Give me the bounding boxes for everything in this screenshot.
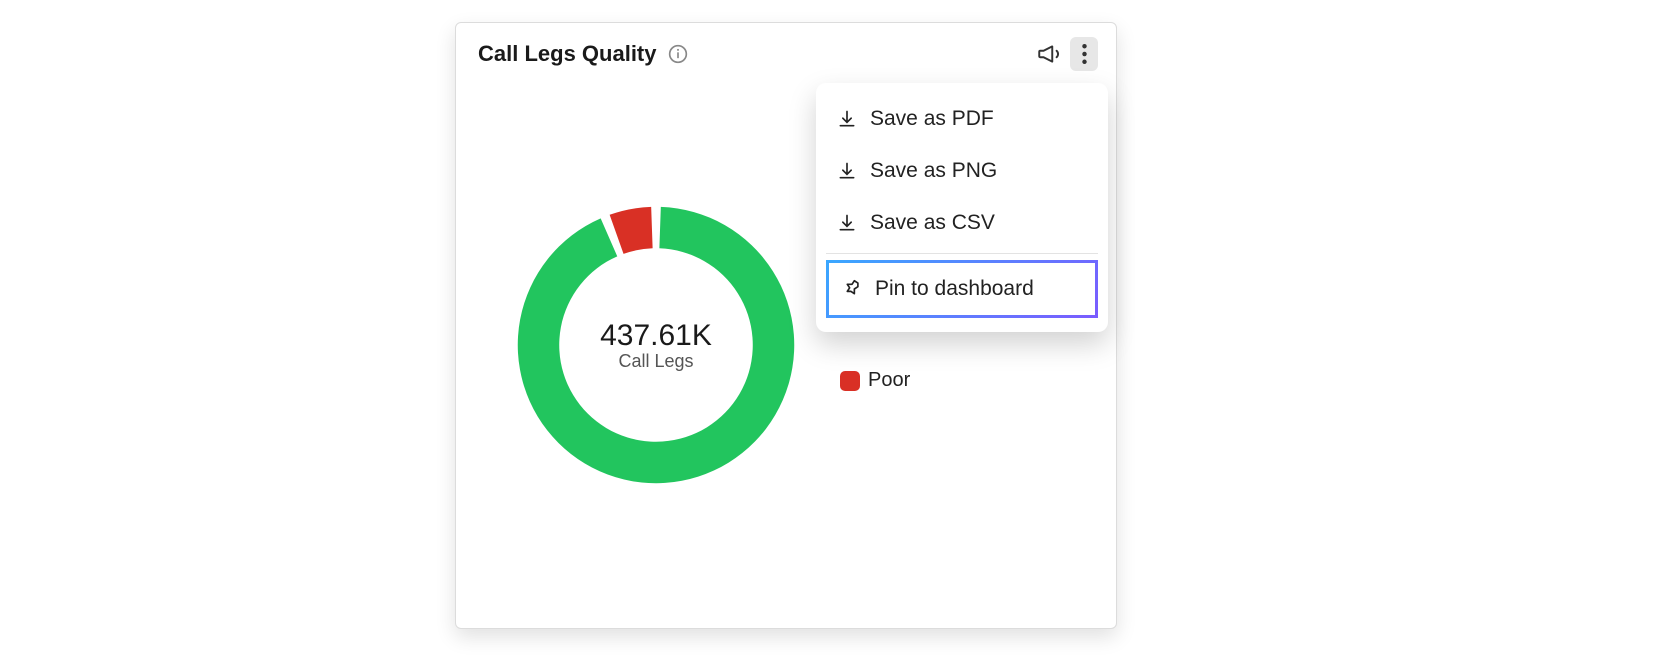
menu-item-pin-dashboard[interactable]: Pin to dashboard <box>826 260 1098 318</box>
pin-icon <box>841 278 863 300</box>
menu-separator <box>826 253 1098 254</box>
menu-item-save-csv[interactable]: Save as CSV <box>816 197 1108 249</box>
download-icon <box>836 108 858 130</box>
donut-segment-good[interactable] <box>518 207 794 483</box>
megaphone-icon[interactable] <box>1036 41 1062 67</box>
call-legs-quality-card: Call Legs Quality 437.61K Call Legs <box>455 22 1117 629</box>
legend-label-poor: Poor <box>868 369 910 392</box>
menu-item-label: Pin to dashboard <box>875 277 1034 301</box>
options-menu: Save as PDF Save as PNG Save as CSV Pin … <box>816 83 1108 332</box>
download-icon <box>836 212 858 234</box>
download-icon <box>836 160 858 182</box>
donut-chart: 437.61K Call Legs <box>512 201 800 489</box>
menu-item-label: Save as PDF <box>870 107 994 131</box>
menu-item-label: Save as CSV <box>870 211 995 235</box>
menu-item-save-png[interactable]: Save as PNG <box>816 145 1108 197</box>
card-header: Call Legs Quality <box>456 23 1116 71</box>
info-icon[interactable] <box>667 43 689 65</box>
donut-segment-poor[interactable] <box>610 207 653 254</box>
legend-item-poor[interactable]: Poor <box>840 369 910 392</box>
legend-swatch-poor <box>840 371 860 391</box>
more-options-button[interactable] <box>1070 37 1098 71</box>
menu-item-save-pdf[interactable]: Save as PDF <box>816 93 1108 145</box>
card-title: Call Legs Quality <box>478 41 657 67</box>
menu-item-label: Save as PNG <box>870 159 997 183</box>
